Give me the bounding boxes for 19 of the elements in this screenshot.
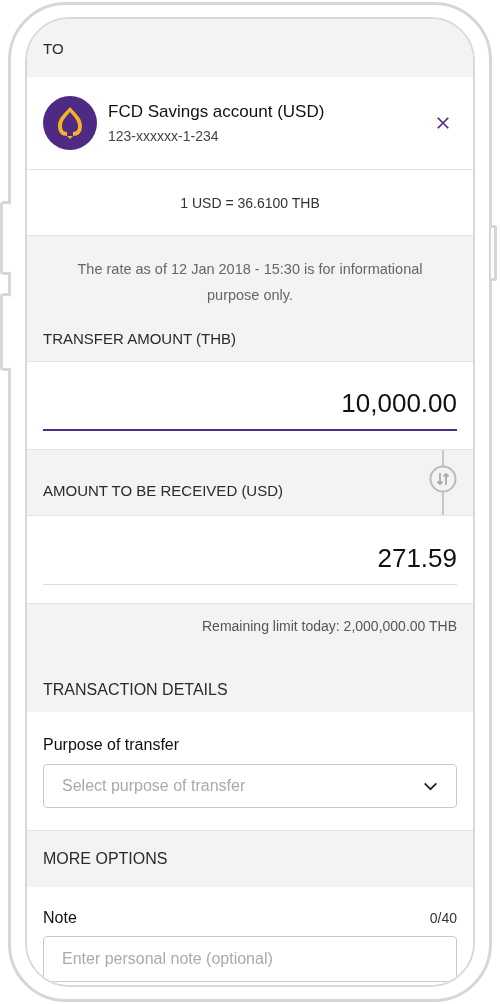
remaining-limit: Remaining limit today: 2,000,000.00 THB — [202, 618, 457, 634]
rate-note: The rate as of 12 Jan 2018 - 15:30 is for informational purpose only. — [76, 260, 424, 305]
chevron-down-icon — [423, 781, 438, 791]
account-name: FCD Savings account (USD) — [108, 102, 326, 122]
close-icon[interactable] — [436, 116, 450, 130]
section-header: TRANSFER AMOUNT (THB) — [43, 330, 238, 347]
account-number: 123-xxxxxx-1-234 — [108, 128, 220, 144]
bank-logo-icon — [43, 96, 97, 150]
character-counter: 0/40 — [429, 910, 457, 926]
section-header: AMOUNT TO BE RECEIVED (USD) — [43, 482, 284, 499]
section-header: TO — [43, 39, 64, 57]
note-field[interactable]: Enter personal note (optional) — [43, 936, 457, 982]
field-label: Note — [43, 909, 77, 927]
section-header: TRANSACTION DETAILS — [43, 681, 229, 699]
exchange-rate: 1 USD = 36.6100 THB — [180, 194, 320, 211]
field-label: Purpose of transfer — [43, 736, 181, 754]
amount-field[interactable]: 10,000.00 — [43, 388, 457, 431]
section-header: MORE OPTIONS — [43, 850, 168, 868]
amount-field[interactable]: 271.59 — [43, 543, 457, 585]
